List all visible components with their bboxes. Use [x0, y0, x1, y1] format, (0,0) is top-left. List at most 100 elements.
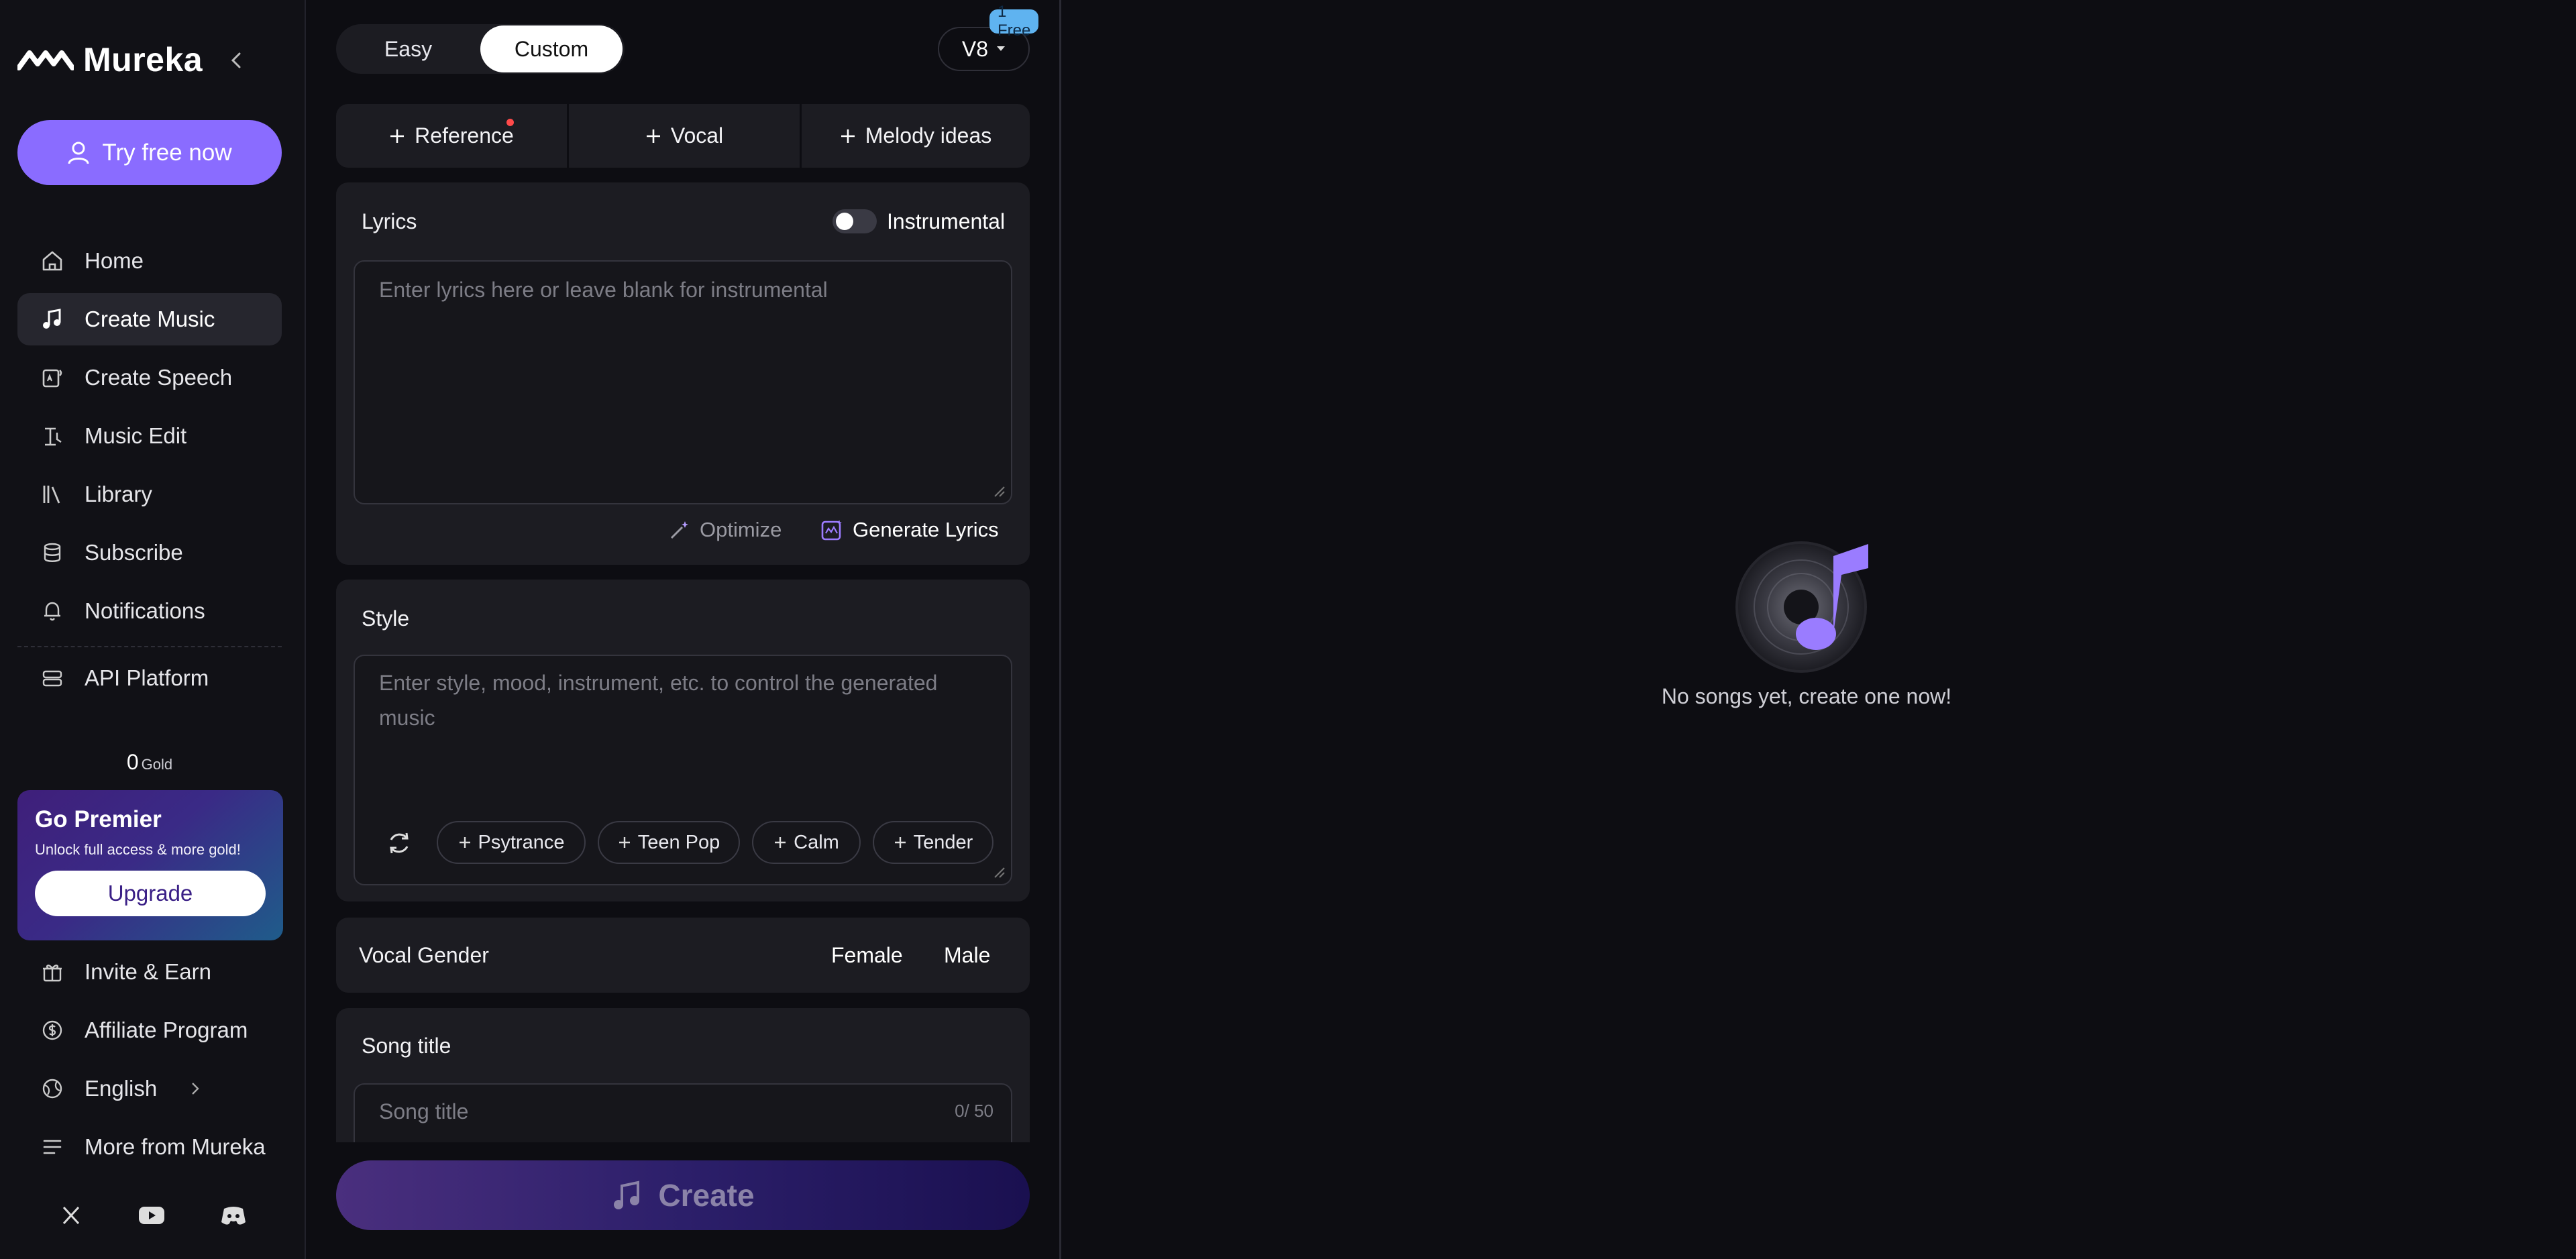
sidebar-item-library[interactable]: Library	[17, 468, 282, 521]
sidebar-item-label: API Platform	[85, 665, 209, 690]
add-reference-button[interactable]: Reference	[336, 104, 567, 168]
collapse-sidebar-button[interactable]	[224, 47, 248, 74]
style-panel: Style Enter style, mood, instrument, etc…	[336, 580, 1030, 901]
lyrics-label: Lyrics	[362, 209, 417, 233]
home-icon	[40, 249, 64, 273]
add-melody-label: Melody ideas	[865, 123, 992, 148]
sidebar-item-invite-earn[interactable]: Invite & Earn	[17, 946, 282, 998]
lyrics-input[interactable]: Enter lyrics here or leave blank for ins…	[354, 260, 1012, 504]
sidebar-divider	[17, 646, 282, 647]
sidebar-item-label: Home	[85, 248, 144, 273]
lyrics-panel: Lyrics Instrumental Enter lyrics here or…	[336, 182, 1030, 565]
youtube-icon[interactable]	[137, 1201, 166, 1230]
plus-icon	[645, 128, 661, 144]
sidebar-item-label: Affiliate Program	[85, 1018, 248, 1042]
create-button[interactable]: Create	[336, 1160, 1030, 1230]
server-icon	[40, 666, 64, 690]
upgrade-button[interactable]: Upgrade	[35, 871, 266, 916]
optimize-label: Optimize	[700, 518, 782, 541]
generate-lyrics-icon	[820, 518, 843, 541]
sidebar-item-create-music[interactable]: Create Music	[17, 293, 282, 345]
try-free-label: Try free now	[102, 139, 232, 166]
version-value: V8	[961, 36, 989, 61]
vocal-female-option[interactable]: Female	[831, 943, 903, 968]
dollar-circle-icon	[40, 1018, 64, 1042]
sidebar-item-affiliate-program[interactable]: Affiliate Program	[17, 1004, 282, 1056]
style-chip[interactable]: Teen Pop	[598, 821, 740, 864]
sidebar-item-home[interactable]: Home	[17, 235, 282, 287]
gold-balance: 0 Gold	[0, 750, 299, 775]
sidebar-item-label: Subscribe	[85, 540, 183, 565]
generate-lyrics-button[interactable]: Generate Lyrics	[820, 518, 999, 542]
magic-wand-icon	[669, 519, 690, 541]
style-suggestions: Psytrance Teen Pop Calm Tender	[355, 821, 1014, 864]
empty-state-message: No songs yet, create one now!	[1661, 684, 1952, 708]
optimize-button[interactable]: Optimize	[669, 518, 782, 542]
add-options-row: Reference Vocal Melody ideas	[336, 104, 1030, 168]
sidebar-item-label: Create Speech	[85, 365, 233, 390]
add-vocal-label: Vocal	[670, 123, 724, 148]
social-links	[0, 1201, 299, 1230]
add-vocal-button[interactable]: Vocal	[569, 104, 800, 168]
sidebar-item-notifications[interactable]: Notifications	[17, 585, 282, 637]
vocal-male-option[interactable]: Male	[944, 943, 990, 968]
chevron-right-icon	[191, 1081, 200, 1096]
resize-handle-icon	[994, 867, 1005, 878]
generate-lyrics-label: Generate Lyrics	[853, 518, 999, 541]
plus-icon	[894, 836, 907, 849]
sidebar-item-label: Library	[85, 482, 152, 506]
add-melody-ideas-button[interactable]: Melody ideas	[802, 104, 1030, 168]
style-chip[interactable]: Tender	[873, 821, 994, 864]
sidebar-item-label: Notifications	[85, 598, 205, 623]
plus-icon	[618, 836, 631, 849]
vocal-gender-label: Vocal Gender	[359, 943, 489, 967]
style-chip-label: Teen Pop	[637, 831, 720, 853]
plus-icon	[840, 128, 856, 144]
menu-icon	[40, 1135, 64, 1159]
style-input[interactable]: Enter style, mood, instrument, etc. to c…	[354, 655, 1012, 885]
premier-subtitle: Unlock full access & more gold!	[35, 841, 241, 858]
song-title-label: Song title	[362, 1034, 451, 1058]
sidebar-item-language[interactable]: English	[17, 1062, 282, 1115]
logo-text: Mureka	[83, 41, 203, 78]
try-free-button[interactable]: Try free now	[17, 120, 282, 185]
panel-divider	[1059, 0, 1061, 1259]
sidebar-item-label: More from Mureka	[85, 1134, 266, 1159]
plus-icon	[773, 836, 787, 849]
add-reference-label: Reference	[415, 123, 514, 148]
logo[interactable]: Mureka	[17, 40, 203, 79]
premier-title: Go Premier	[35, 806, 162, 832]
song-title-input[interactable]: Song title 0/ 50	[354, 1083, 1012, 1142]
sidebar-item-more-from-mureka[interactable]: More from Mureka	[17, 1121, 282, 1173]
chevron-left-icon	[231, 52, 241, 68]
vinyl-music-icon	[1734, 540, 1895, 674]
database-icon	[40, 541, 64, 565]
sidebar-item-subscribe[interactable]: Subscribe	[17, 527, 282, 579]
new-indicator-dot	[506, 119, 514, 126]
x-icon[interactable]	[56, 1201, 86, 1230]
instrumental-toggle[interactable]	[833, 209, 877, 233]
style-placeholder: Enter style, mood, instrument, etc. to c…	[379, 671, 938, 730]
gold-unit: Gold	[141, 756, 173, 773]
mode-toggle: Easy Custom	[336, 24, 625, 74]
refresh-icon[interactable]	[386, 830, 413, 856]
music-edit-icon	[40, 424, 64, 448]
sidebar-item-label: English	[85, 1076, 158, 1101]
style-chip-label: Tender	[913, 831, 973, 853]
song-title-counter: 0/ 50	[955, 1101, 994, 1121]
lyrics-placeholder: Enter lyrics here or leave blank for ins…	[379, 278, 828, 302]
style-chip[interactable]: Calm	[752, 821, 861, 864]
user-icon	[67, 141, 90, 165]
create-form: Easy Custom V8 1 Free Reference Vocal Me…	[336, 0, 1039, 1259]
style-chip[interactable]: Psytrance	[437, 821, 586, 864]
sidebar-item-label: Music Edit	[85, 423, 187, 448]
mode-custom-button[interactable]: Custom	[480, 25, 623, 72]
resize-handle-icon	[994, 486, 1005, 497]
sidebar-item-api-platform[interactable]: API Platform	[17, 652, 282, 704]
mode-easy-button[interactable]: Easy	[336, 24, 480, 74]
bell-icon	[40, 599, 64, 623]
sidebar-item-create-speech[interactable]: Create Speech	[17, 351, 282, 404]
discord-icon[interactable]	[219, 1201, 248, 1230]
sidebar-item-music-edit[interactable]: Music Edit	[17, 410, 282, 462]
instrumental-label: Instrumental	[887, 209, 1006, 233]
